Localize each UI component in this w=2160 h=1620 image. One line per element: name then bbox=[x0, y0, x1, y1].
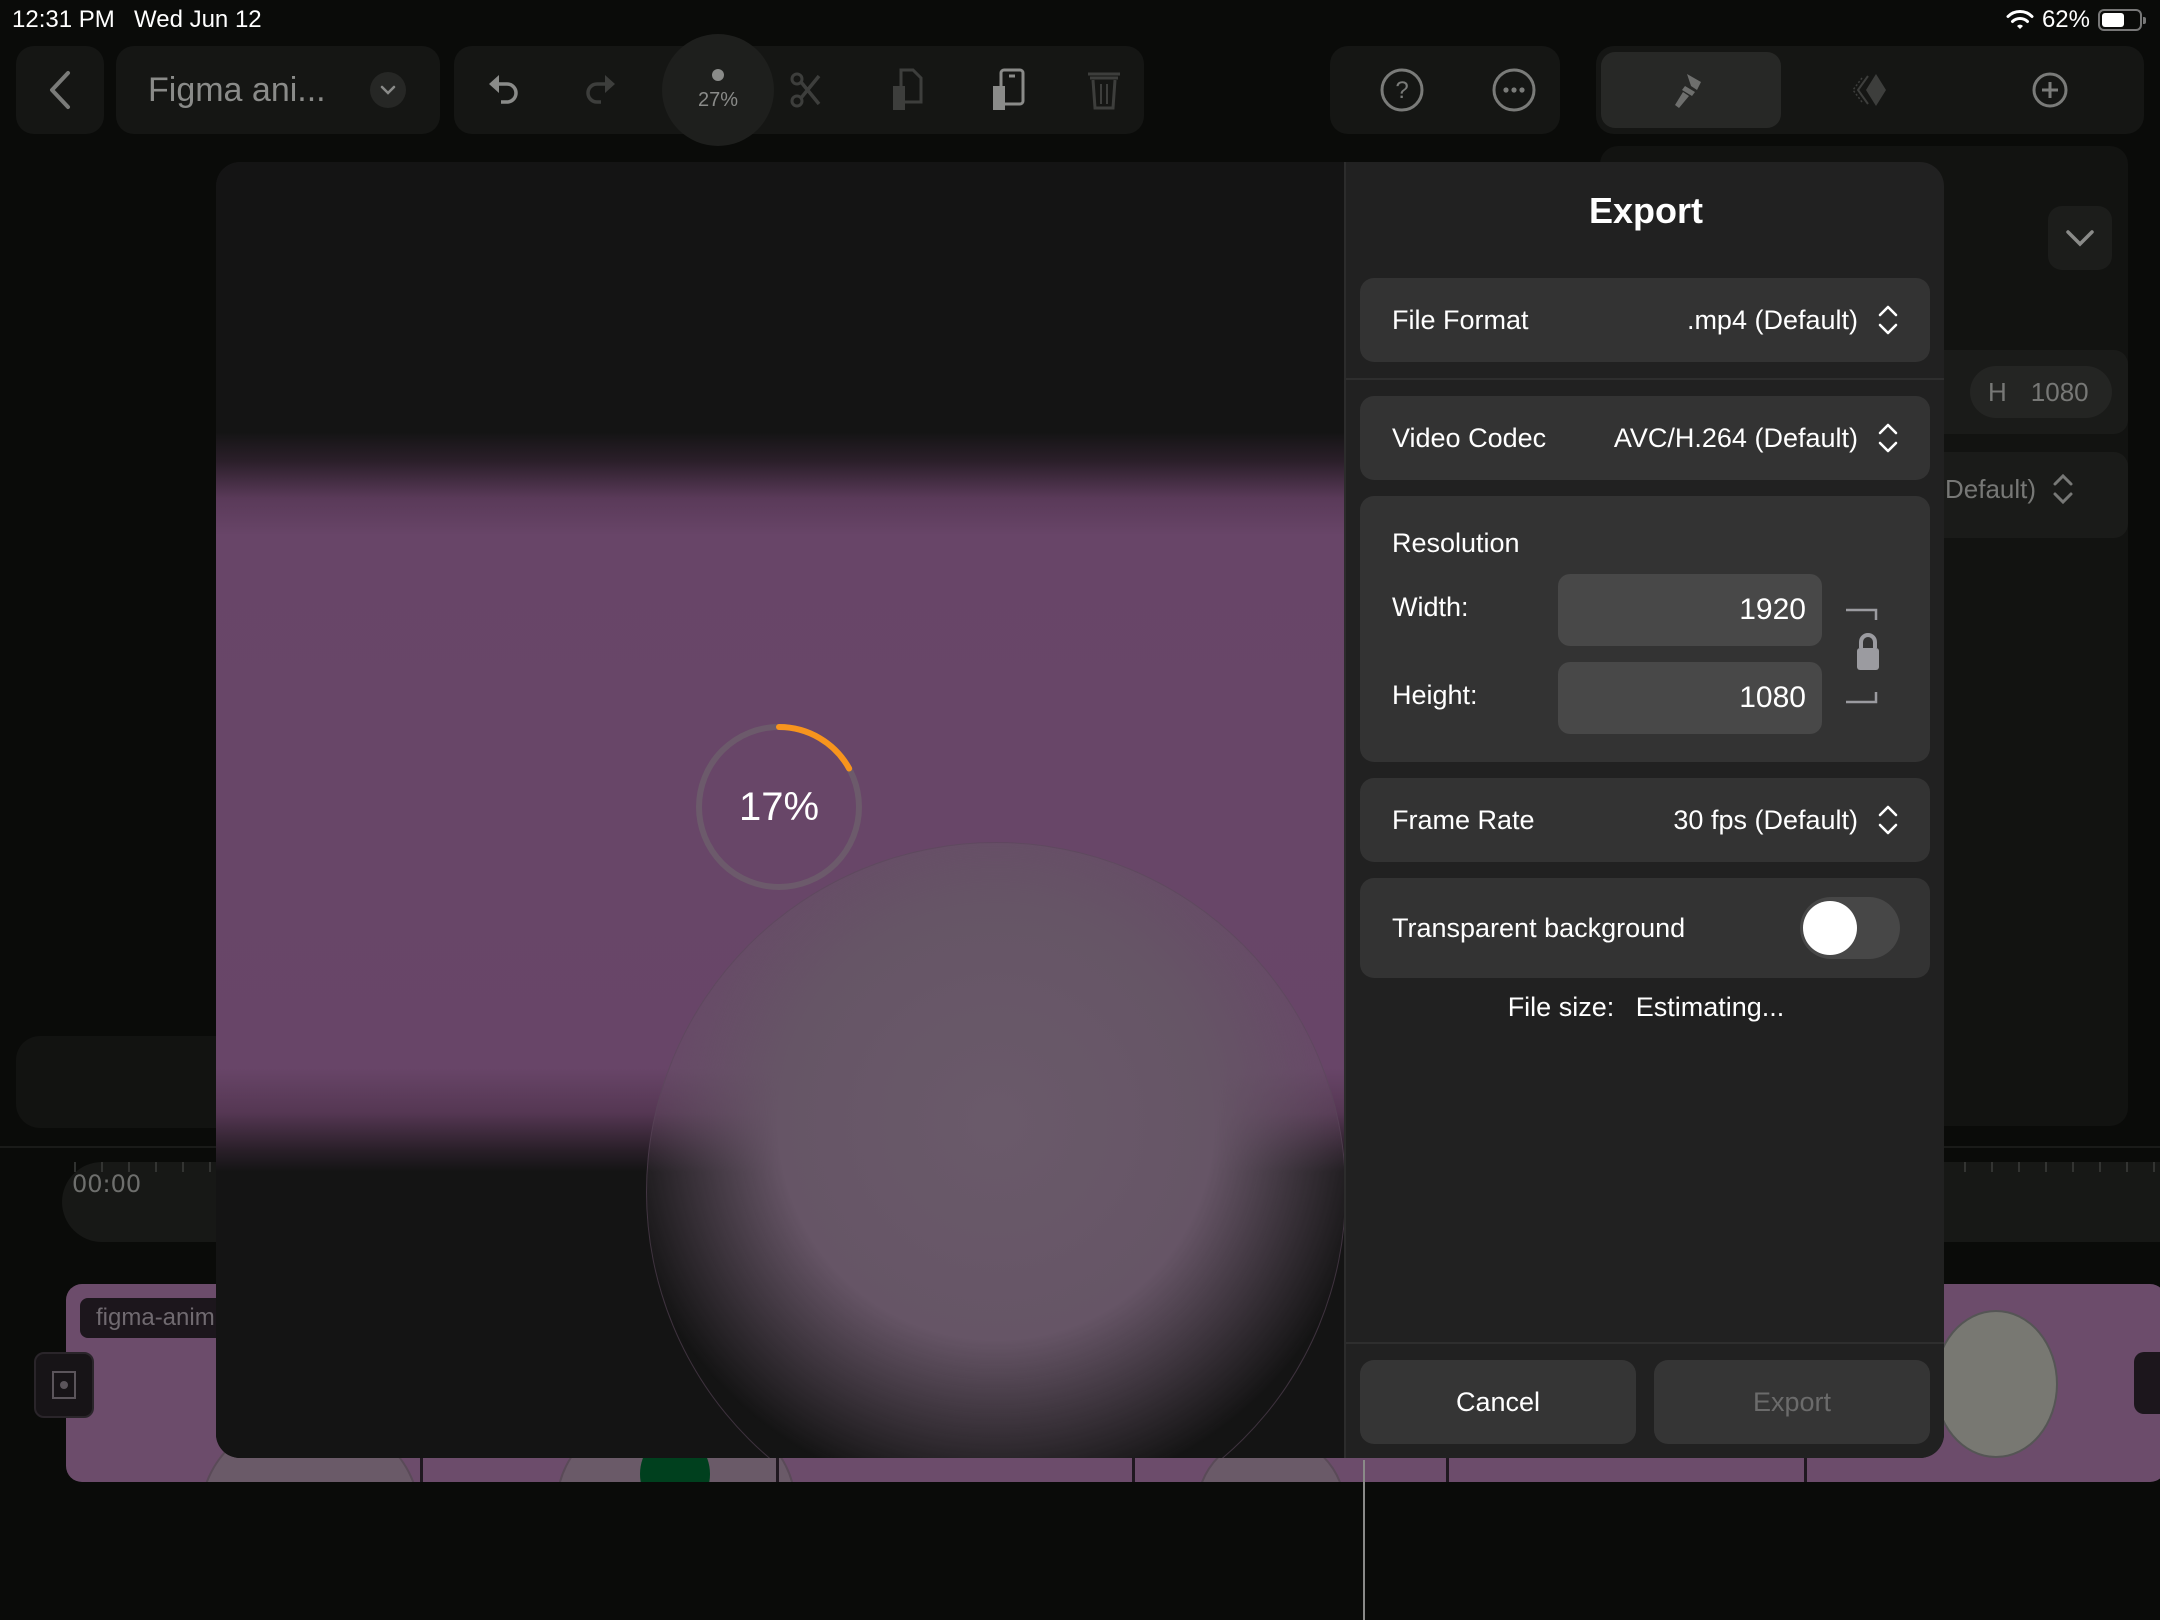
paintbrush-icon bbox=[1675, 74, 1701, 108]
redo-icon bbox=[586, 75, 615, 104]
aspect-lock-icon[interactable] bbox=[1844, 606, 1884, 706]
zoom-level: 27% bbox=[697, 88, 739, 111]
chevron-down-icon bbox=[370, 72, 406, 108]
width-input[interactable]: 1920 bbox=[1558, 574, 1822, 646]
help-toolbar: ? bbox=[1330, 46, 1560, 134]
style-tab[interactable] bbox=[1601, 46, 1781, 134]
width-label: Width: bbox=[1392, 592, 1469, 622]
transparent-background-toggle[interactable] bbox=[1800, 897, 1900, 959]
zoom-level-button[interactable]: 27% bbox=[662, 34, 774, 146]
chevron-left-icon bbox=[50, 71, 70, 109]
height-label: Height: bbox=[1392, 680, 1478, 710]
inspector-select-value: Default) bbox=[1945, 472, 2074, 506]
inspector-default-text: Default) bbox=[1945, 473, 2037, 504]
redo-button[interactable] bbox=[566, 46, 636, 134]
undo-icon bbox=[489, 75, 518, 104]
status-bar: 12:31 PM Wed Jun 12 62% bbox=[0, 0, 2160, 40]
back-button[interactable] bbox=[16, 46, 104, 134]
footer-divider bbox=[1346, 1342, 1944, 1344]
inspector-height-value: 1080 bbox=[2030, 376, 2089, 407]
document-title-group: Figma ani... bbox=[116, 46, 440, 134]
resolution-section: Resolution Width: 1920 Height: 1080 bbox=[1360, 496, 1930, 762]
file-format-label: File Format bbox=[1392, 304, 1529, 335]
zoom-dot-icon bbox=[712, 68, 724, 81]
export-preview: 17% bbox=[216, 162, 1346, 1458]
timeline-start-time: 00:00 bbox=[72, 1170, 142, 1198]
battery-icon bbox=[2098, 9, 2146, 31]
question-icon: ? bbox=[1380, 68, 1424, 112]
dialog-title: Export bbox=[1588, 190, 1703, 231]
video-codec-value: AVC/H.264 (Default) bbox=[1613, 422, 1858, 453]
frame-rate-value: 30 fps (Default) bbox=[1673, 804, 1858, 835]
clip-label: figma-anim bbox=[80, 1298, 231, 1338]
undo-button[interactable] bbox=[468, 46, 538, 134]
frame-rate-select[interactable]: Frame Rate 30 fps (Default) bbox=[1360, 778, 1930, 862]
file-size: File size: Estimating... bbox=[1346, 992, 1944, 1023]
scissors-icon bbox=[790, 72, 821, 108]
chevron-up-down-icon bbox=[1878, 305, 1898, 335]
animate-tab[interactable] bbox=[1780, 46, 1960, 134]
chevron-up-down-icon bbox=[1878, 805, 1898, 835]
paste-icon bbox=[993, 68, 1025, 110]
svg-text:?: ? bbox=[1395, 77, 1408, 104]
status-date: Wed Jun 12 bbox=[134, 6, 262, 33]
clip-trim-handle-left[interactable] bbox=[34, 1352, 94, 1418]
inspector-height-label: H bbox=[1988, 376, 2007, 407]
toggle-knob bbox=[1803, 901, 1857, 955]
export-settings-panel: Export File Format .mp4 (Default) Video … bbox=[1344, 162, 1944, 1458]
document-title-button[interactable]: Figma ani... bbox=[148, 46, 326, 134]
video-codec-select[interactable]: Video Codec AVC/H.264 (Default) bbox=[1360, 396, 1930, 480]
document-menu-button[interactable] bbox=[370, 46, 406, 134]
chevron-up-down-icon bbox=[2053, 473, 2073, 505]
copy-icon bbox=[893, 68, 923, 110]
export-dialog: 17% Export File Format .mp4 (Default) Vi… bbox=[216, 162, 1944, 1458]
document-title: Figma ani... bbox=[148, 70, 326, 109]
status-right: 62% bbox=[2006, 6, 2146, 34]
clip-thumbnail-circle bbox=[1934, 1310, 2058, 1458]
copy-button[interactable] bbox=[874, 46, 944, 134]
export-progress-label: 17% bbox=[738, 784, 820, 829]
playhead[interactable] bbox=[1363, 1460, 1365, 1620]
back-button-group bbox=[16, 46, 104, 134]
help-button[interactable]: ? bbox=[1378, 46, 1426, 134]
transparent-background-row: Transparent background bbox=[1360, 878, 1930, 978]
frame-rate-label: Frame Rate bbox=[1392, 804, 1535, 835]
chevron-down-icon bbox=[2066, 230, 2094, 247]
transparent-background-label: Transparent background bbox=[1392, 912, 1686, 943]
trash-icon bbox=[1088, 72, 1120, 110]
cut-button[interactable] bbox=[772, 46, 842, 134]
file-size-label: File size: bbox=[1507, 992, 1615, 1022]
keyframes-icon bbox=[1852, 74, 1886, 106]
export-button[interactable]: Export bbox=[1654, 1360, 1930, 1444]
resolution-title: Resolution bbox=[1392, 528, 1520, 558]
keyframe-icon bbox=[52, 1371, 76, 1399]
video-codec-label: Video Codec bbox=[1392, 422, 1547, 453]
inspector-collapse-button[interactable] bbox=[2048, 206, 2112, 270]
delete-button[interactable] bbox=[1074, 46, 1134, 134]
more-button[interactable] bbox=[1490, 46, 1538, 134]
paste-button[interactable] bbox=[974, 46, 1044, 134]
clip-trim-handle-right[interactable] bbox=[2134, 1352, 2160, 1414]
status-time: 12:31 PM bbox=[12, 6, 115, 33]
plus-circle-icon bbox=[2032, 72, 2068, 108]
file-format-value: .mp4 (Default) bbox=[1686, 304, 1858, 335]
edit-toolbar: 27% bbox=[454, 34, 1144, 146]
file-size-value: Estimating... bbox=[1635, 992, 1785, 1022]
section-divider bbox=[1346, 378, 1944, 380]
file-format-select[interactable]: File Format .mp4 (Default) bbox=[1360, 278, 1930, 362]
cancel-button[interactable]: Cancel bbox=[1360, 1360, 1636, 1444]
height-input[interactable]: 1080 bbox=[1558, 662, 1822, 734]
ellipsis-icon bbox=[1492, 68, 1536, 112]
chevron-up-down-icon bbox=[1878, 423, 1898, 453]
battery-percent: 62% bbox=[2041, 6, 2090, 33]
inspector-height-field[interactable]: H 1080 bbox=[1970, 366, 2112, 418]
add-tab[interactable] bbox=[1960, 46, 2140, 134]
wifi-icon bbox=[2006, 10, 2034, 29]
